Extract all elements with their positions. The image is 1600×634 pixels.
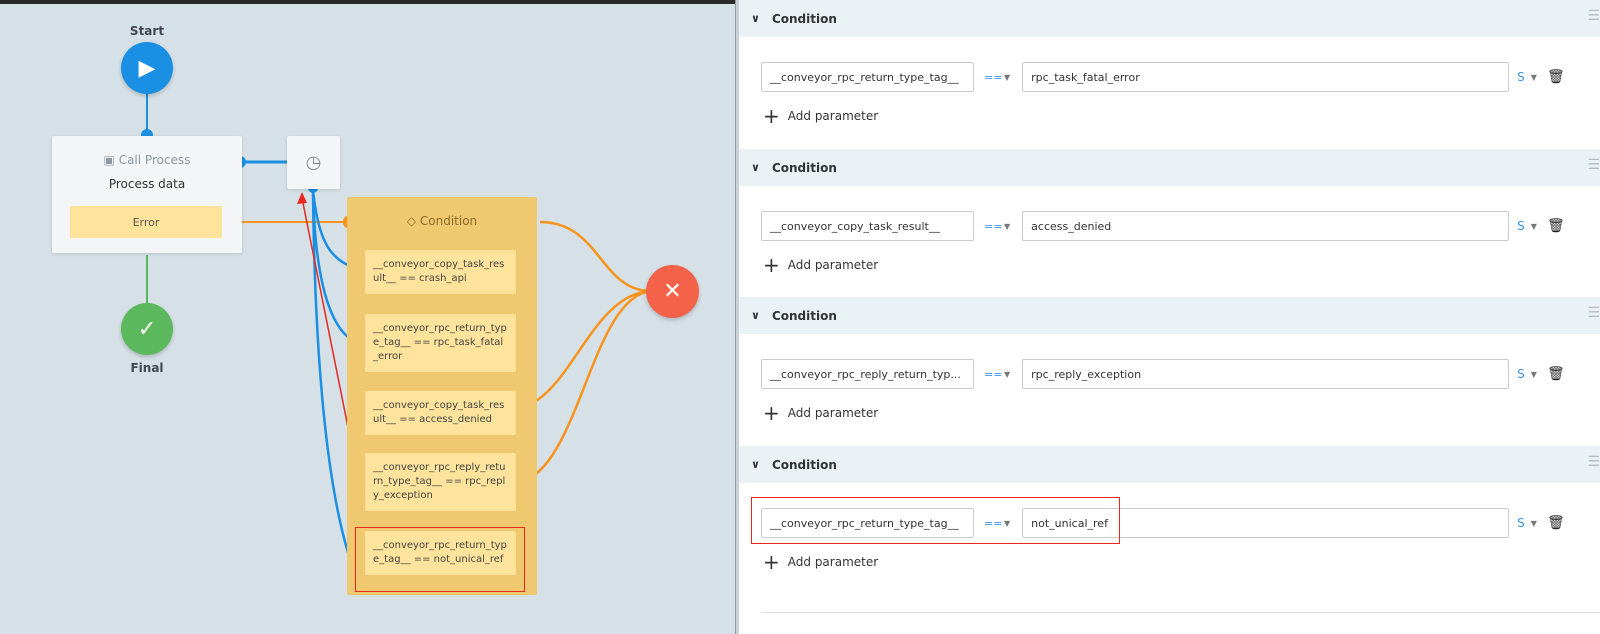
error-end-node[interactable]: ✕: [646, 265, 699, 318]
section-title: Condition: [771, 11, 837, 26]
chevron-down-icon: ∨: [751, 12, 760, 25]
value-input[interactable]: rpc_reply_exception: [1022, 359, 1510, 389]
value-input[interactable]: rpc_task_fatal_error: [1022, 62, 1510, 92]
type-select[interactable]: S: [1517, 516, 1525, 530]
check-icon: ✓: [137, 316, 157, 342]
plus-icon: +: [763, 253, 780, 277]
condition-section: ∨ Condition ☰ __conveyor_rpc_reply_return_…: [739, 297, 1600, 425]
start-node[interactable]: ▶: [121, 42, 173, 94]
call-process-node[interactable]: ▣ Call Process Process data Error: [52, 136, 242, 253]
section-title: Condition: [771, 457, 837, 472]
add-parameter-button[interactable]: + Add parameter: [763, 401, 878, 425]
condition-section: ∨ Condition ☰ __conveyor_rpc_return_type_t…: [739, 0, 1600, 128]
trash-icon[interactable]: 🗑: [1547, 69, 1565, 85]
dropdown-icon[interactable]: ▼: [1004, 73, 1010, 82]
condition-item[interactable]: __conveyor_copy_task_result__ == access_…: [365, 391, 516, 435]
condition-item[interactable]: __conveyor_rpc_return_type_tag__ == rpc_…: [365, 314, 516, 372]
chevron-down-icon: ∨: [751, 458, 760, 471]
start-label: Start: [129, 24, 165, 38]
drag-handle-icon[interactable]: ☰: [1587, 454, 1600, 470]
clock-icon: ◷: [305, 152, 322, 173]
drag-handle-icon[interactable]: ☰: [1587, 8, 1600, 24]
param-input[interactable]: __conveyor_rpc_return_type_tag__: [761, 62, 974, 92]
chevron-down-icon: ∨: [751, 309, 760, 322]
operator-select[interactable]: ==: [984, 71, 1004, 84]
dropdown-icon[interactable]: ▼: [1004, 222, 1010, 231]
operator-select[interactable]: ==: [984, 368, 1004, 381]
section-title: Condition: [771, 160, 837, 175]
chevron-down-icon: ∨: [751, 161, 760, 174]
trash-icon[interactable]: 🗑: [1547, 515, 1565, 531]
dropdown-icon[interactable]: ▼: [1531, 519, 1537, 528]
condition-item[interactable]: __conveyor_copy_task_result__ == crash_a…: [365, 250, 516, 294]
type-select[interactable]: S: [1517, 219, 1525, 233]
trash-icon[interactable]: 🗑: [1547, 366, 1565, 382]
close-icon: ✕: [663, 279, 682, 304]
condition-section: ∨ Condition ☰ __conveyor_copy_task_result_…: [739, 149, 1600, 277]
drag-handle-icon[interactable]: ☰: [1587, 157, 1600, 173]
highlight-box: [751, 497, 1120, 544]
type-select[interactable]: S: [1517, 367, 1525, 381]
add-parameter-button[interactable]: + Add parameter: [763, 253, 878, 277]
dropdown-icon[interactable]: ▼: [1531, 73, 1537, 82]
param-input[interactable]: __conveyor_copy_task_result__: [761, 211, 974, 241]
plus-icon: +: [763, 550, 780, 574]
timer-node[interactable]: ◷: [287, 136, 340, 189]
condition-title: Condition: [419, 214, 478, 228]
dropdown-icon[interactable]: ▼: [1531, 370, 1537, 379]
type-select[interactable]: S: [1517, 70, 1525, 84]
value-input[interactable]: access_denied: [1022, 211, 1510, 241]
play-icon: ▶: [138, 55, 156, 81]
diamond-icon: ◇: [406, 214, 420, 228]
operator-select[interactable]: ==: [984, 220, 1004, 233]
separator: [761, 612, 1600, 613]
param-input[interactable]: __conveyor_rpc_reply_return_typ...: [761, 359, 974, 389]
call-process-icon: ▣: [103, 153, 119, 167]
dropdown-icon[interactable]: ▼: [1531, 222, 1537, 231]
node-type: Call Process: [118, 153, 191, 167]
add-parameter-button[interactable]: + Add parameter: [763, 104, 878, 128]
final-label: Final: [130, 361, 164, 375]
section-title: Condition: [771, 308, 837, 323]
node-title: Process data: [108, 177, 186, 191]
trash-icon[interactable]: 🗑: [1547, 218, 1565, 234]
add-parameter-button[interactable]: + Add parameter: [763, 550, 878, 574]
drag-handle-icon[interactable]: ☰: [1587, 305, 1600, 321]
condition-item[interactable]: __conveyor_rpc_reply_return_type_tag__ =…: [365, 453, 516, 511]
plus-icon: +: [763, 104, 780, 128]
final-node[interactable]: ✓: [121, 303, 173, 355]
error-output[interactable]: Error: [70, 206, 222, 238]
dropdown-icon[interactable]: ▼: [1004, 370, 1010, 379]
plus-icon: +: [763, 401, 780, 425]
condition-section: ∨ Condition ☰ __conveyor_rpc_return_type_t…: [739, 446, 1600, 574]
highlight-box: [355, 527, 525, 592]
